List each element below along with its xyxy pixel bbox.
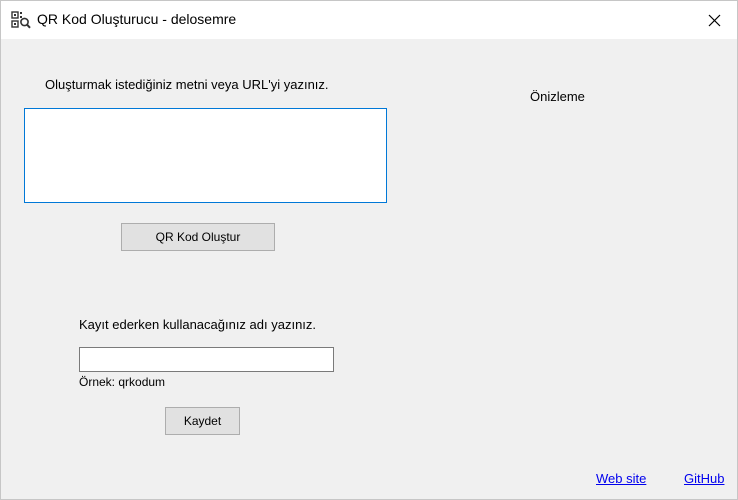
close-icon (708, 14, 721, 27)
close-button[interactable] (691, 1, 737, 39)
text-prompt-label: Oluşturmak istediğiniz metni veya URL'yi… (45, 77, 329, 92)
website-link[interactable]: Web site (596, 471, 646, 486)
app-window: QR Kod Oluşturucu - delosemre Oluşturmak… (0, 0, 738, 500)
file-name-input[interactable] (79, 347, 334, 372)
window-title: QR Kod Oluşturucu - delosemre (37, 11, 237, 27)
save-name-prompt-label: Kayıt ederken kullanacağınız adı yazınız… (79, 317, 317, 332)
qr-preview-area (421, 114, 721, 414)
generate-qr-button[interactable]: QR Kod Oluştur (121, 223, 275, 251)
example-hint: Örnek: qrkodum (79, 375, 166, 389)
qr-search-icon (11, 11, 31, 29)
preview-label: Önizleme (530, 89, 585, 104)
title-bar: QR Kod Oluşturucu - delosemre (1, 1, 737, 39)
qr-text-input[interactable] (24, 108, 387, 203)
main-panel: Oluşturmak istediğiniz metni veya URL'yi… (1, 39, 737, 499)
save-button[interactable]: Kaydet (165, 407, 240, 435)
github-link[interactable]: GitHub (684, 471, 724, 486)
